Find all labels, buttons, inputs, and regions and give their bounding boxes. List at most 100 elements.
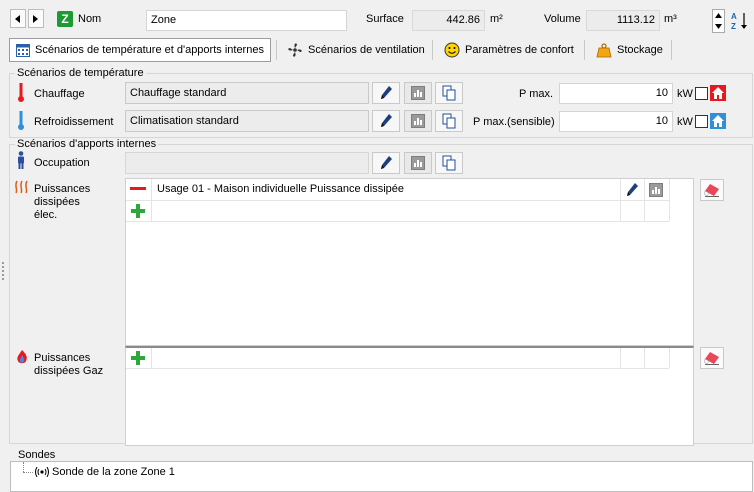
tab-label: Paramètres de confort: [465, 44, 574, 56]
sensor-icon: [35, 467, 49, 477]
calendar-icon: [16, 44, 30, 57]
heating-copy-button[interactable]: [435, 82, 463, 104]
pencil-icon: [627, 183, 638, 196]
temperature-group-title: Scénarios de température: [15, 67, 146, 79]
tab-temperature-scenarios[interactable]: Scénarios de température et d'apports in…: [9, 38, 271, 62]
person-icon: [18, 151, 24, 169]
elec-gains-label: Puissances dissipées élec.: [34, 183, 91, 221]
eraser-icon: [704, 352, 719, 365]
house-cooling-icon: [710, 113, 726, 129]
heating-pmax-unit: kW: [677, 88, 693, 100]
sondes-tree: Sonde de la zone Zone 1: [10, 461, 753, 492]
occupation-scenario-field[interactable]: [125, 152, 369, 174]
gas-gains-list: [125, 346, 694, 446]
next-button[interactable]: [28, 9, 44, 28]
splitter-handle[interactable]: [2, 262, 4, 280]
heating-pmax-input[interactable]: 10: [559, 83, 673, 104]
surface-value: 442.86: [412, 10, 485, 31]
volume-unit: m³: [664, 13, 677, 25]
chart-icon: [649, 183, 663, 197]
occupation-copy-button[interactable]: [435, 152, 463, 174]
sort-az-button[interactable]: A Z: [729, 9, 751, 33]
occupation-view-button[interactable]: [404, 152, 432, 174]
chart-icon: [411, 86, 425, 100]
tab-divider: [671, 40, 672, 60]
svg-text:Z: Z: [731, 22, 736, 31]
row-edit-button[interactable]: [623, 181, 641, 199]
add-gas-gain-button[interactable]: [129, 349, 147, 367]
cooling-pmax-checkbox[interactable]: [695, 115, 708, 128]
tab-label: Scénarios de ventilation: [308, 44, 425, 56]
previous-button[interactable]: [10, 9, 26, 28]
elec-gains-row[interactable]: Usage 01 - Maison individuelle Puissance…: [157, 183, 404, 195]
weight-icon: [596, 43, 612, 58]
tree-line: [23, 472, 33, 473]
gas-gains-label: Puissances dissipées Gaz: [34, 352, 104, 377]
occupation-edit-button[interactable]: [372, 152, 400, 174]
tab-comfort-parameters[interactable]: Paramètres de confort: [438, 38, 580, 62]
heating-view-button[interactable]: [404, 82, 432, 104]
cooling-label: Refroidissement: [34, 116, 114, 128]
occupation-label: Occupation: [34, 157, 90, 169]
clear-gas-gains-button[interactable]: [700, 347, 724, 369]
clear-elec-gains-button[interactable]: [700, 179, 724, 201]
surface-label: Surface: [366, 13, 404, 25]
nom-label: Nom: [78, 13, 102, 25]
gas-flame-icon: [17, 350, 27, 364]
chart-icon: [411, 156, 425, 170]
cooling-pmax-label: P max.(sensible): [473, 116, 555, 128]
eraser-icon: [704, 184, 719, 197]
tree-line: [23, 462, 24, 472]
cooling-copy-button[interactable]: [435, 110, 463, 132]
nom-input[interactable]: Zone: [146, 10, 347, 31]
column-divider: [151, 348, 152, 368]
cooling-pmax-input[interactable]: 10: [559, 111, 673, 132]
remove-row-button[interactable]: [129, 182, 147, 196]
column-divider: [644, 348, 645, 368]
fan-icon: [288, 43, 302, 57]
column-divider: [669, 179, 670, 221]
column-divider: [669, 348, 670, 368]
tab-divider: [432, 40, 433, 60]
tab-label: Stockage: [617, 44, 663, 56]
sort-az-icon: A Z: [731, 12, 747, 31]
minus-icon: [130, 187, 146, 190]
heating-scenario-field[interactable]: Chauffage standard: [125, 82, 369, 104]
row-divider: [126, 368, 669, 369]
tab-label: Scénarios de température et d'apports in…: [35, 44, 264, 56]
cooling-edit-button[interactable]: [372, 110, 400, 132]
add-elec-gain-button[interactable]: [129, 202, 147, 220]
spin-down-icon: [715, 24, 722, 29]
sonde-item[interactable]: Sonde de la zone Zone 1: [52, 466, 175, 478]
tab-ventilation-scenarios[interactable]: Scénarios de ventilation: [281, 38, 431, 62]
heating-pmax-label: P max.: [519, 88, 554, 100]
tab-divider: [584, 40, 585, 60]
chart-icon: [411, 114, 425, 128]
arrow-right-icon: [33, 14, 38, 23]
elec-gains-list: Usage 01 - Maison individuelle Puissance…: [125, 178, 694, 346]
smiley-icon: [444, 42, 460, 58]
heating-edit-button[interactable]: [372, 82, 400, 104]
volume-spinner[interactable]: [712, 9, 725, 33]
copy-icon: [442, 155, 456, 171]
surface-unit: m²: [490, 13, 503, 25]
row-view-button[interactable]: [648, 182, 664, 198]
column-divider: [151, 179, 152, 221]
spin-up-icon: [715, 13, 722, 18]
tab-storage[interactable]: Stockage: [590, 38, 669, 62]
thermometer-red-icon: [18, 83, 24, 102]
internal-gains-group-title: Scénarios d'apports internes: [15, 138, 159, 150]
plus-icon: [131, 204, 145, 218]
tab-divider: [276, 40, 277, 60]
plus-icon: [131, 351, 145, 365]
sondes-title: Sondes: [18, 449, 56, 461]
pencil-icon: [381, 114, 392, 127]
heating-pmax-checkbox[interactable]: [695, 87, 708, 100]
row-divider: [126, 221, 669, 222]
cooling-scenario-field[interactable]: Climatisation standard: [125, 110, 369, 132]
house-heating-icon: [710, 85, 726, 101]
pencil-icon: [381, 156, 392, 169]
volume-label: Volume: [544, 13, 581, 25]
zone-icon: Z: [57, 11, 73, 27]
cooling-view-button[interactable]: [404, 110, 432, 132]
